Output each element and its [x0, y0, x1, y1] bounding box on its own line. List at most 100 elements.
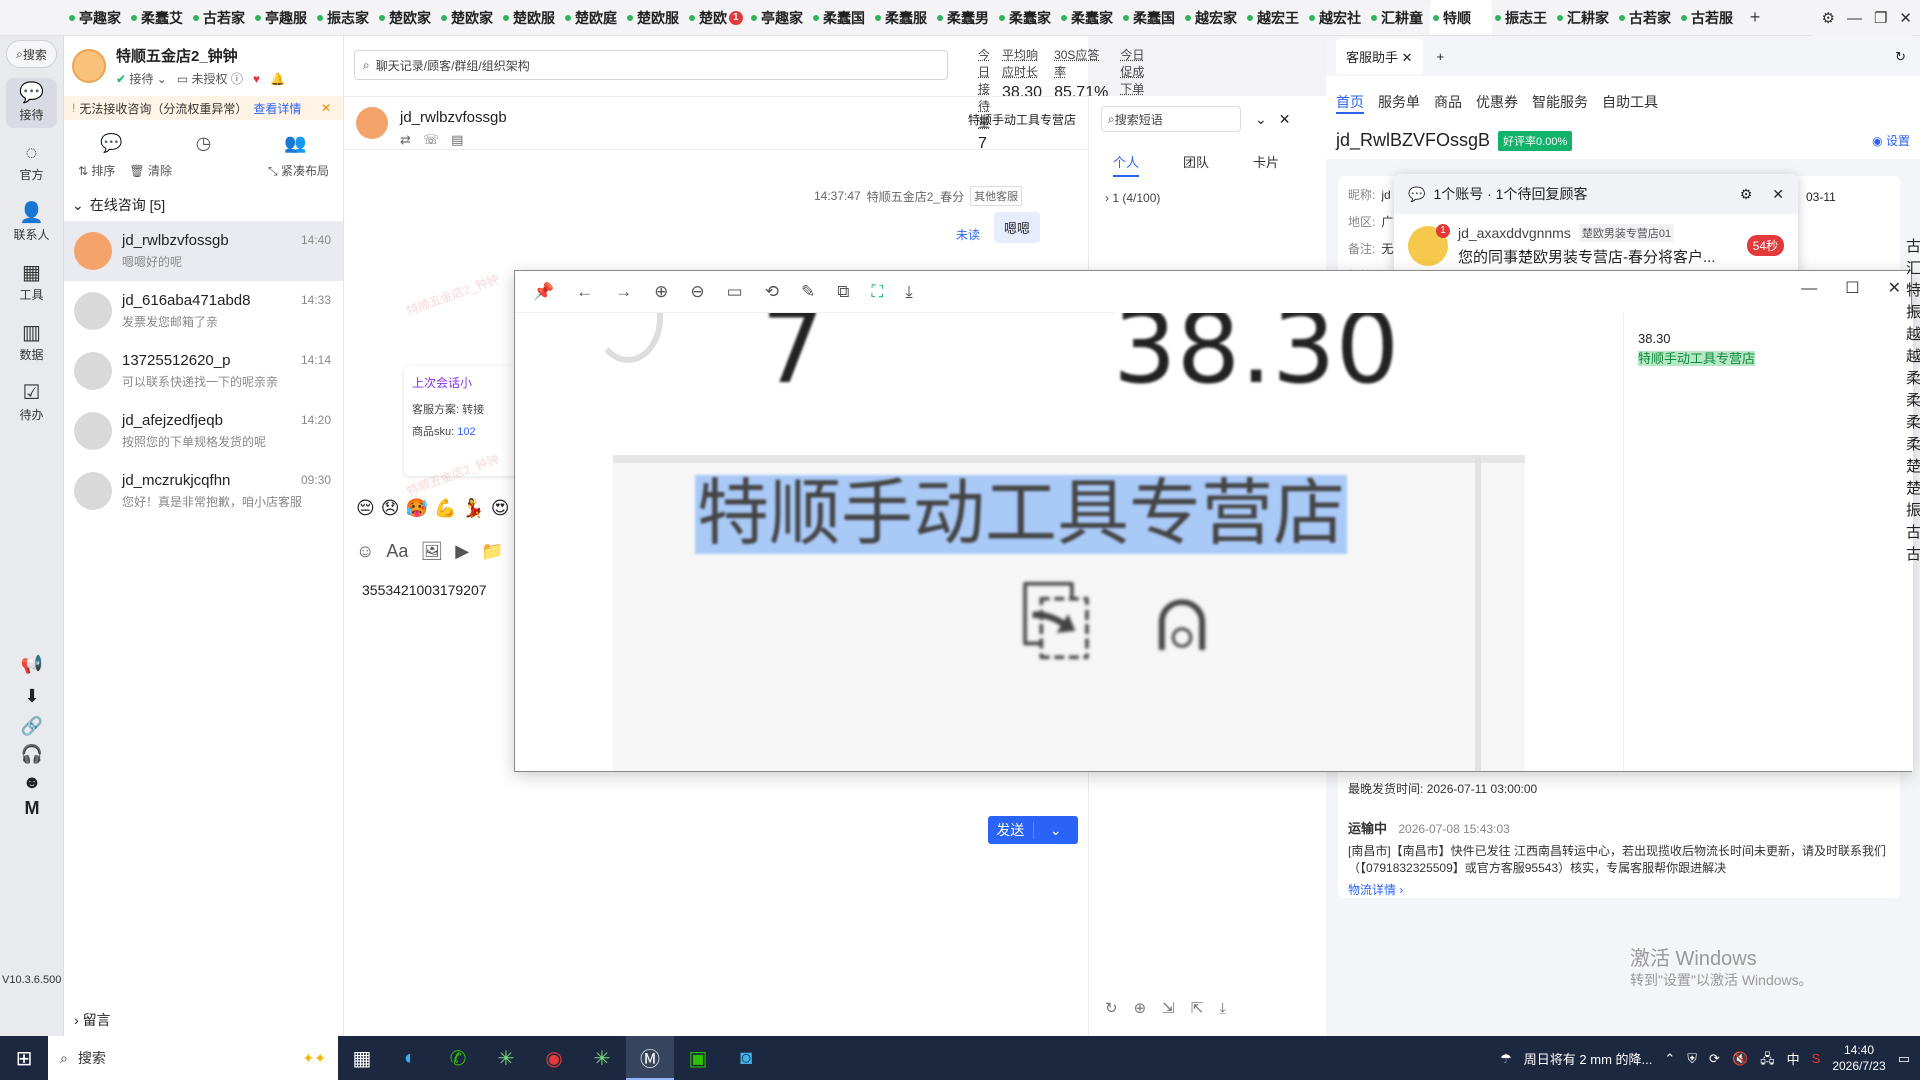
assistant-nav-item[interactable]: 服务单	[1378, 92, 1420, 114]
ime-indicator[interactable]: 中	[1787, 1049, 1800, 1068]
send-button[interactable]: 发送 ⌄	[988, 816, 1078, 844]
notification-icon[interactable]: ▭	[1898, 1052, 1910, 1065]
shop-tab[interactable]: 古若家	[190, 0, 252, 35]
close-icon[interactable]: ✕	[1279, 112, 1291, 126]
edge-tab-char[interactable]: 振	[1906, 302, 1920, 324]
last-session-summary[interactable]: 上次会话小 客服方案: 转接 商品sku: 102	[404, 366, 524, 476]
pin-icon[interactable]: 📌	[533, 283, 554, 300]
clock-icon[interactable]: ◷	[196, 134, 212, 152]
warning-details-link[interactable]: 查看详情	[253, 100, 301, 117]
emoji-icon[interactable]: ☺	[356, 542, 374, 560]
quick-tab[interactable]: 个人	[1113, 152, 1140, 177]
close-icon[interactable]: ✕	[321, 102, 331, 114]
download-icon[interactable]: ⤓	[905, 283, 913, 300]
app-blue-icon[interactable]: ◙	[722, 1036, 770, 1080]
shop-tab[interactable]: 越宏家	[1182, 0, 1244, 35]
edge-tab-char[interactable]: 汇	[1906, 258, 1920, 280]
shop-tab[interactable]: 柔蠢男	[934, 0, 996, 35]
assistant-nav-item[interactable]: 智能服务	[1532, 92, 1588, 114]
message-input[interactable]: 3553421003179207	[362, 582, 487, 598]
shop-tab[interactable]: 古若服	[1678, 0, 1740, 35]
volume-muted-icon[interactable]: 🔇	[1732, 1052, 1748, 1065]
online-consult-section[interactable]: ⌄ 在线咨询 [5]	[64, 189, 343, 221]
taskbar-clock[interactable]: 14:40 2026/7/23	[1832, 1042, 1885, 1074]
gear-icon[interactable]: ⚙	[1740, 187, 1753, 201]
store-avatar[interactable]	[72, 49, 106, 83]
edge-tab-char[interactable]: 古	[1906, 544, 1920, 566]
copy-icon[interactable]: ⧉	[837, 283, 849, 300]
chevron-down-icon[interactable]: ⌄	[1032, 821, 1079, 839]
shop-tab[interactable]: 楚欧庭	[562, 0, 624, 35]
edit-icon[interactable]: ✎	[801, 283, 815, 300]
shop-tab[interactable]: 特顺	[1430, 0, 1492, 35]
conversation-item[interactable]: jd_mczrukjcqfhn 您好！真是非常抱歉，咱小店客服... 09:30	[64, 461, 343, 521]
chevron-up-icon[interactable]: ⌃	[1664, 1052, 1675, 1065]
shop-tab[interactable]: 柔蠢家	[1058, 0, 1120, 35]
shop-tab[interactable]: 越宏王	[1244, 0, 1306, 35]
quick-group[interactable]: › 1 (4/100)	[1089, 177, 1326, 219]
network-icon[interactable]: 🖧	[1760, 1052, 1775, 1065]
robot-icon[interactable]: ☻	[0, 772, 64, 793]
app-star2-icon[interactable]: ✳	[578, 1036, 626, 1080]
global-search-button[interactable]: ⌕ 搜索	[6, 40, 57, 68]
shop-tab[interactable]: 柔蠢家	[996, 0, 1058, 35]
shop-tab[interactable]: 亭趣家	[66, 0, 128, 35]
sogou-icon[interactable]: S	[1812, 1052, 1821, 1065]
shop-tab[interactable]: 楚欧服	[624, 0, 686, 35]
refresh-icon[interactable]: ↻	[1895, 50, 1906, 63]
sync-icon[interactable]: ⟳	[1709, 1052, 1720, 1065]
rotate-icon[interactable]: ⟲	[765, 283, 779, 300]
link-icon[interactable]: 🔗	[0, 716, 64, 737]
minimize-icon[interactable]: —	[1847, 11, 1862, 26]
image-icon[interactable]: 🖼	[420, 542, 443, 560]
transfer-icon[interactable]: ⇄	[400, 133, 411, 146]
add-tab-icon[interactable]: +	[1437, 50, 1445, 63]
shop-tab[interactable]: 柔蠢国	[1120, 0, 1182, 35]
auth-status[interactable]: ▭ 未授权 ⓘ	[177, 70, 243, 87]
quick-tab[interactable]: 卡片	[1253, 152, 1279, 177]
edge-tab-char[interactable]: 越	[1906, 346, 1920, 368]
edge-tab-char[interactable]: 柔	[1906, 412, 1920, 434]
edge-tab-char[interactable]: 古	[1906, 522, 1920, 544]
shop-tab[interactable]: 汇耕家	[1554, 0, 1616, 35]
rail-item-4[interactable]: ▥ 数据	[0, 318, 63, 368]
shop-tab[interactable]: 亭趣家	[748, 0, 810, 35]
emoji-shortcuts[interactable]: 😔😞🥵💪💃😍	[356, 498, 516, 519]
app-green-icon[interactable]: ▣	[674, 1036, 722, 1080]
shop-tab[interactable]: 汇耕童	[1368, 0, 1430, 35]
shop-tab[interactable]: 楚欧服	[500, 0, 562, 35]
back-icon[interactable]: ←	[576, 283, 593, 300]
rail-item-5[interactable]: ☑ 待办	[0, 378, 63, 428]
close-icon[interactable]: ✕	[1899, 11, 1912, 26]
m-app-icon[interactable]: M	[0, 798, 64, 819]
heart-icon[interactable]: ♥	[253, 73, 260, 85]
conversation-item[interactable]: jd_rwlbzvfossgb 嗯嗯好的呢 14:40	[64, 221, 343, 281]
assistant-tab[interactable]: 客服助手 ✕	[1336, 38, 1423, 74]
rail-item-1[interactable]: ◌ 官方	[0, 138, 63, 188]
clear-button[interactable]: 🗑 清除	[129, 162, 172, 179]
assistant-nav-item[interactable]: 自助工具	[1602, 92, 1658, 114]
chevron-down-icon[interactable]: ⌄	[1255, 112, 1267, 126]
rail-item-2[interactable]: 👤 联系人	[0, 198, 63, 248]
megaphone-icon[interactable]: 📢	[0, 654, 64, 675]
settings-link[interactable]: ◉ 设置	[1872, 132, 1910, 149]
task-view-icon[interactable]: ▦	[338, 1036, 386, 1080]
sort-button[interactable]: ⇅ 排序	[78, 162, 115, 179]
assistant-nav-item[interactable]: 首页	[1336, 92, 1364, 114]
folder-icon[interactable]: 📁	[481, 542, 503, 560]
headset-icon[interactable]: 🎧	[0, 744, 64, 765]
app-red-icon[interactable]: ◉	[530, 1036, 578, 1080]
close-icon[interactable]: ✕	[1888, 281, 1901, 297]
pending-reply-popup[interactable]: 💬 1个账号 · 1个待回复顾客 ⚙ ✕ 1 jd_axaxddvgnnms 楚…	[1394, 174, 1798, 280]
edge-tab-char[interactable]: 柔	[1906, 390, 1920, 412]
edge-browser-icon[interactable]: ◐	[386, 1036, 434, 1080]
shop-tab[interactable]: 楚欧家	[438, 0, 500, 35]
conversation-item[interactable]: 13725512620_p 可以联系快递找一下的呢亲亲 14:14	[64, 341, 343, 401]
conversation-item[interactable]: jd_afejzedfjeqb 按照您的下单规格发货的呢 14:20	[64, 401, 343, 461]
app-star-icon[interactable]: ✳	[482, 1036, 530, 1080]
restore-icon[interactable]: ❐	[1874, 11, 1887, 26]
refresh-icon[interactable]: ↻	[1105, 1001, 1118, 1016]
add-icon[interactable]: ⊕	[1134, 1001, 1147, 1016]
edge-tab-char[interactable]: 柔	[1906, 368, 1920, 390]
shop-tab[interactable]: 越宏社	[1306, 0, 1368, 35]
